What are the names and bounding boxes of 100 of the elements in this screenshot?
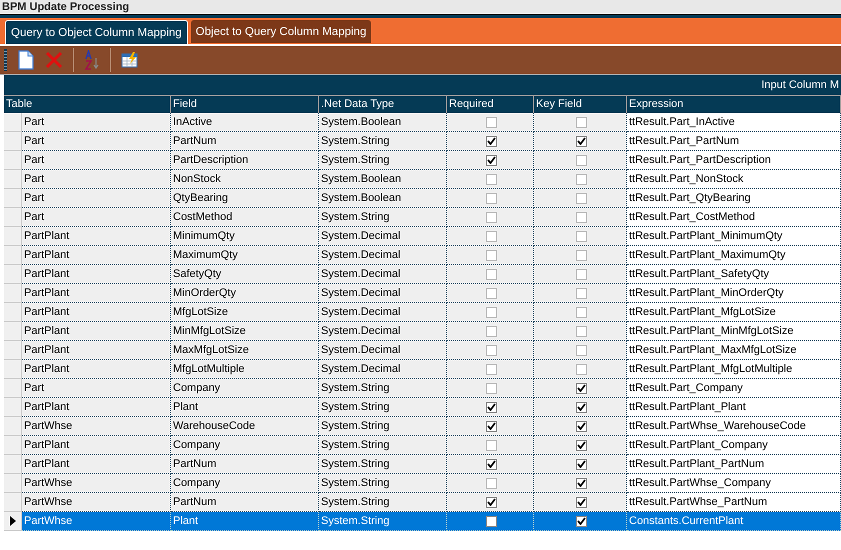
grid-row[interactable]: Part PartDescription System.String ttResult.Part_PartDescription xyxy=(4,151,841,170)
table-cell: ttResult.PartPlant_MaxMfgLotSize xyxy=(627,341,841,360)
window-title: BPM Update Processing xyxy=(2,0,130,14)
grid-lightning-icon[interactable] xyxy=(121,52,139,68)
table-cell: CostMethod xyxy=(171,208,319,227)
table-cell: PartPlant xyxy=(22,341,171,360)
grid-row[interactable]: PartPlant Plant System.String ttResult.PartPlant_Plant xyxy=(4,398,841,417)
key-field-checkbox[interactable] xyxy=(576,458,586,470)
key-field-checkbox[interactable] xyxy=(576,364,586,374)
sort-icon[interactable] xyxy=(84,50,100,70)
table-cell: System.String xyxy=(319,493,447,512)
grid-row[interactable]: PartPlant MinMfgLotSize System.Decimal ttResult.PartPlant_MinMfgLotSize xyxy=(4,322,841,341)
table-cell: PartPlant xyxy=(22,303,171,322)
table-cell: System.Decimal xyxy=(319,322,447,341)
key-field-checkbox[interactable] xyxy=(576,116,586,128)
grid-row[interactable]: PartPlant MaxMfgLotSize System.Decimal ttResult.PartPlant_MaxMfgLotSize xyxy=(4,341,841,360)
required-checkbox[interactable] xyxy=(486,402,496,412)
table-cell: ttResult.PartPlant_MinMfgLotSize xyxy=(627,322,841,341)
key-field-checkbox[interactable] xyxy=(576,326,586,336)
grid-row[interactable]: Part NonStock System.Boolean ttResult.Part_NonStock xyxy=(4,170,841,189)
key-field-checkbox[interactable] xyxy=(576,402,586,412)
grid-row[interactable]: PartPlant MfgLotMultiple System.Decimal ttResult.PartPlant_MfgLotMultiple xyxy=(4,360,841,379)
key-field-checkbox[interactable] xyxy=(576,420,586,432)
table-cell: PartPlant xyxy=(22,227,171,246)
table-cell: Plant xyxy=(171,512,319,531)
required-checkbox[interactable] xyxy=(486,306,496,318)
row-header[interactable] xyxy=(4,512,22,531)
grid-row[interactable]: Part CostMethod System.String ttResult.Part_CostMethod xyxy=(4,208,841,227)
key-field-checkbox[interactable] xyxy=(576,268,586,280)
required-checkbox[interactable] xyxy=(486,364,496,374)
required-checkbox[interactable] xyxy=(486,212,496,222)
required-checkbox[interactable] xyxy=(486,458,496,470)
grid-row[interactable]: PartWhse PartNum System.String ttResult.PartWhse_PartNum xyxy=(4,493,841,512)
required-checkbox[interactable] xyxy=(486,268,496,280)
required-checkbox[interactable] xyxy=(486,516,496,526)
grid-row[interactable]: PartPlant MinOrderQty System.Decimal ttResult.PartPlant_MinOrderQty xyxy=(4,284,841,303)
grid-row[interactable]: PartWhse Plant System.String Constants.CurrentPlant xyxy=(4,512,841,531)
required-checkbox[interactable] xyxy=(486,250,496,260)
table-cell: ttResult.PartPlant_MfgLotMultiple xyxy=(627,360,841,379)
table-cell: ttResult.PartPlant_MfgLotSize xyxy=(627,303,841,322)
key-field-checkbox[interactable] xyxy=(576,212,586,222)
grid-row[interactable]: PartPlant MaximumQty System.Decimal ttResult.PartPlant_MaximumQty xyxy=(4,246,841,265)
tab[interactable]: Object to Query Column Mapping xyxy=(190,20,372,43)
key-field-checkbox[interactable] xyxy=(576,136,586,146)
key-field-checkbox[interactable] xyxy=(576,496,586,508)
key-field-checkbox[interactable] xyxy=(576,478,586,488)
key-field-checkbox[interactable] xyxy=(576,154,586,166)
table-cell: PartPlant xyxy=(22,284,171,303)
table-cell: Part xyxy=(22,208,171,227)
table-cell: PartPlant xyxy=(22,322,171,341)
required-checkbox[interactable] xyxy=(486,116,496,128)
required-checkbox[interactable] xyxy=(486,440,496,450)
grid-row[interactable]: PartPlant PartNum System.String ttResult.PartPlant_PartNum xyxy=(4,455,841,474)
required-checkbox[interactable] xyxy=(486,154,496,166)
grid-row[interactable]: PartPlant MfgLotSize System.Decimal ttResult.PartPlant_MfgLotSize xyxy=(4,303,841,322)
table-cell: QtyBearing xyxy=(171,189,319,208)
key-field-checkbox[interactable] xyxy=(576,306,586,318)
new-document-icon[interactable] xyxy=(17,50,35,70)
required-checkbox[interactable] xyxy=(486,344,496,356)
key-field-checkbox[interactable] xyxy=(576,192,586,204)
key-field-checkbox[interactable] xyxy=(576,174,586,184)
key-field-checkbox[interactable] xyxy=(576,382,586,394)
key-field-checkbox[interactable] xyxy=(576,440,586,450)
grid-row[interactable]: Part QtyBearing System.Boolean ttResult.Part_QtyBearing xyxy=(4,189,841,208)
table-cell: System.Boolean xyxy=(319,170,447,189)
required-checkbox[interactable] xyxy=(486,382,496,394)
table-cell: PartPlant xyxy=(22,398,171,417)
grid-row[interactable]: PartPlant MinimumQty System.Decimal ttResult.PartPlant_MinimumQty xyxy=(4,227,841,246)
required-checkbox[interactable] xyxy=(486,174,496,184)
toolbar-grip-icon[interactable] xyxy=(4,49,7,71)
table-cell: SafetyQty xyxy=(171,265,319,284)
required-checkbox[interactable] xyxy=(486,230,496,242)
table-cell: Company xyxy=(171,379,319,398)
required-checkbox[interactable] xyxy=(486,420,496,432)
table-cell: System.Decimal xyxy=(319,360,447,379)
required-checkbox[interactable] xyxy=(486,326,496,336)
required-checkbox[interactable] xyxy=(486,478,496,488)
delete-icon[interactable] xyxy=(45,51,63,69)
required-checkbox[interactable] xyxy=(486,192,496,204)
table-cell: MfgLotSize xyxy=(171,303,319,322)
key-field-checkbox[interactable] xyxy=(576,250,586,260)
table-cell: System.String xyxy=(319,379,447,398)
grid-row[interactable]: Part PartNum System.String ttResult.Part_PartNum xyxy=(4,132,841,151)
table-cell: ttResult.Part_PartNum xyxy=(627,132,841,151)
required-checkbox[interactable] xyxy=(486,496,496,508)
key-field-checkbox[interactable] xyxy=(576,516,586,526)
grid-row[interactable]: PartWhse WarehouseCode System.String ttResult.PartWhse_WarehouseCode xyxy=(4,417,841,436)
key-field-checkbox[interactable] xyxy=(576,288,586,298)
key-field-checkbox[interactable] xyxy=(576,344,586,356)
table-cell: Part xyxy=(22,379,171,398)
required-checkbox[interactable] xyxy=(486,288,496,298)
grid-row[interactable]: PartPlant SafetyQty System.Decimal ttResult.PartPlant_SafetyQty xyxy=(4,265,841,284)
table-cell: InActive xyxy=(171,113,319,132)
key-field-checkbox[interactable] xyxy=(576,230,586,242)
grid-row[interactable]: PartWhse Company System.String ttResult.PartWhse_Company xyxy=(4,474,841,493)
grid-row[interactable]: Part InActive System.Boolean ttResult.Part_InActive xyxy=(4,113,841,132)
tab[interactable]: Query to Object Column Mapping xyxy=(5,20,188,44)
grid-row[interactable]: Part Company System.String ttResult.Part_Company xyxy=(4,379,841,398)
required-checkbox[interactable] xyxy=(486,136,496,146)
grid-row[interactable]: PartPlant Company System.String ttResult.PartPlant_Company xyxy=(4,436,841,455)
